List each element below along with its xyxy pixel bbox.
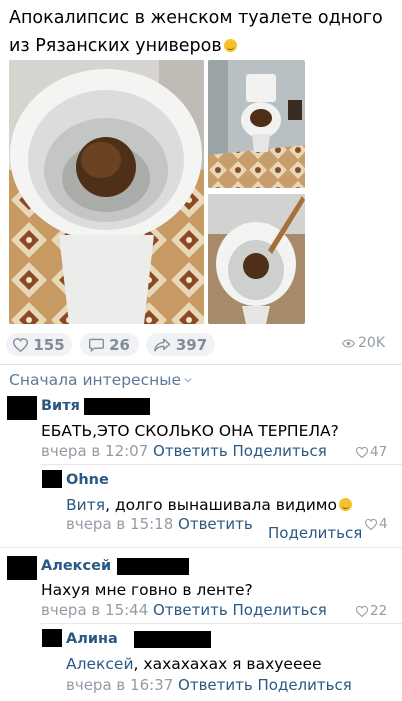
redacted-name bbox=[134, 631, 211, 648]
comment-text: ЕБАТЬ,ЭТО СКОЛЬКО ОНА ТЕРПЕЛА? bbox=[41, 422, 339, 440]
reply-button[interactable]: Ответить bbox=[153, 601, 228, 619]
comments-sort-dropdown[interactable]: Сначала интересные bbox=[9, 371, 192, 389]
views-count: 20K bbox=[358, 335, 385, 351]
reply-button[interactable]: Ответить bbox=[178, 515, 253, 533]
comments-sort-label: Сначала интересные bbox=[9, 371, 182, 389]
post-photo-2[interactable] bbox=[208, 60, 305, 188]
comment-like-count: 22 bbox=[370, 603, 388, 619]
comment-meta: вчера в 12:07 Ответить Поделиться bbox=[41, 442, 327, 460]
post-text-content: Апокалипсис в женском туалете одного из … bbox=[9, 8, 383, 56]
comment-text-body: , хахахахах я вахуееее bbox=[133, 655, 322, 673]
comment-time[interactable]: вчера в 12:07 bbox=[41, 442, 148, 460]
reply-button[interactable]: Ответить bbox=[153, 442, 228, 460]
share-link[interactable]: Поделиться bbox=[233, 442, 327, 460]
post-photo-3[interactable] bbox=[208, 194, 305, 324]
avatar[interactable] bbox=[7, 556, 37, 580]
post-photo-1[interactable] bbox=[9, 60, 204, 324]
avatar[interactable] bbox=[7, 396, 37, 420]
share-button[interactable]: 397 bbox=[146, 333, 215, 356]
comment-like-button[interactable]: 22 bbox=[356, 603, 387, 619]
comment-author[interactable]: Ohne bbox=[66, 472, 109, 488]
comment-text: Нахуя мне говно в ленте? bbox=[41, 581, 253, 599]
avatar[interactable] bbox=[42, 470, 62, 488]
reply-button[interactable]: Ответить bbox=[178, 676, 253, 694]
grin-emoji-icon bbox=[338, 498, 352, 511]
comment-author[interactable]: Витя bbox=[41, 398, 80, 414]
avatar[interactable] bbox=[42, 629, 62, 647]
comment-text-body: , долго вынашивала видимо bbox=[105, 496, 337, 514]
views-counter: 20K bbox=[342, 335, 385, 351]
heart-icon bbox=[13, 337, 29, 352]
comment-time[interactable]: вчера в 15:44 bbox=[41, 601, 148, 619]
post-text: Апокалипсис в женском туалете одного из … bbox=[9, 4, 393, 60]
comment-like-count: 47 bbox=[370, 444, 388, 460]
redacted-name bbox=[84, 398, 150, 415]
comment-divider bbox=[41, 623, 402, 624]
heart-icon bbox=[365, 518, 377, 530]
comment-like-button[interactable]: 4 bbox=[365, 516, 388, 532]
share-link[interactable]: Поделиться bbox=[258, 676, 352, 694]
heart-icon bbox=[356, 446, 368, 458]
heart-icon bbox=[356, 605, 368, 617]
comment-icon bbox=[89, 338, 105, 352]
comment-meta: вчера в 16:37 Ответить Поделиться bbox=[66, 676, 352, 694]
comment-meta: вчера в 15:44 Ответить Поделиться bbox=[41, 601, 327, 619]
comment-meta-2: Поделиться bbox=[268, 524, 362, 542]
eye-icon bbox=[342, 338, 355, 348]
comment-like-count: 4 bbox=[379, 516, 388, 532]
mention-link[interactable]: Алексей bbox=[66, 655, 134, 673]
comment-time[interactable]: вчера в 16:37 bbox=[66, 676, 173, 694]
comment-divider bbox=[0, 547, 402, 548]
like-button[interactable]: 155 bbox=[6, 333, 72, 356]
comment-divider bbox=[41, 464, 402, 465]
share-link[interactable]: Поделиться bbox=[233, 601, 327, 619]
comment-button[interactable]: 26 bbox=[80, 333, 139, 356]
comment-text: Алексей, хахахахах я вахуееее bbox=[66, 655, 322, 673]
comment-like-button[interactable]: 47 bbox=[356, 444, 387, 460]
divider bbox=[0, 364, 402, 365]
share-count: 397 bbox=[175, 335, 208, 354]
comment-text: Витя, долго вынашивала видимо bbox=[66, 496, 352, 514]
comment-time[interactable]: вчера в 15:18 bbox=[66, 515, 173, 533]
comment-count: 26 bbox=[109, 335, 130, 354]
comment-meta: вчера в 15:18 Ответить bbox=[66, 515, 253, 533]
share-link[interactable]: Поделиться bbox=[268, 524, 362, 542]
mention-link[interactable]: Витя bbox=[66, 496, 105, 514]
chevron-down-icon bbox=[184, 377, 192, 383]
grin-emoji-icon bbox=[223, 39, 237, 52]
comment-author[interactable]: Алексей bbox=[41, 558, 111, 574]
comment-author[interactable]: Алина bbox=[66, 631, 118, 647]
like-count: 155 bbox=[33, 335, 65, 354]
redacted-name bbox=[117, 558, 189, 575]
share-arrow-icon bbox=[154, 338, 171, 351]
